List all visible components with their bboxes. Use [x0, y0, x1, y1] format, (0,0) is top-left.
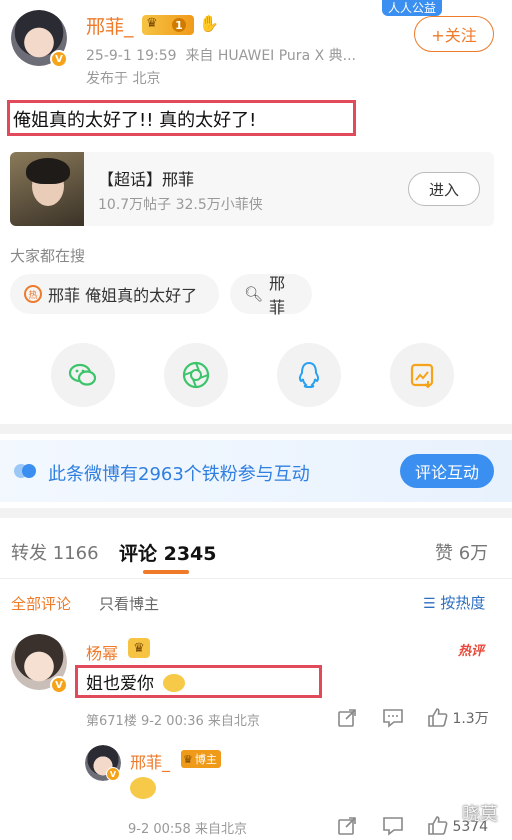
fans-banner[interactable]: 此条微博有2963个铁粉参与互动 评论互动 — [0, 440, 512, 502]
verified-badge: V — [50, 50, 68, 68]
like-comment-button[interactable]: 1.3万 — [426, 706, 489, 728]
tab-active-indicator — [143, 570, 189, 574]
share-comment-icon[interactable] — [337, 708, 357, 732]
post-meta: 25-9-1 19:59 来自 HUAWEI Pura X 典... — [86, 48, 356, 64]
commenter-verified-badge: V — [50, 676, 68, 694]
comment-meta: 第671楼 9-2 00:36 来自北京 — [86, 714, 260, 729]
qq-icon[interactable] — [277, 343, 341, 407]
promo-badge[interactable]: 人人公益 — [382, 0, 443, 16]
share-reply-icon[interactable] — [337, 816, 357, 840]
topic-thumbnail — [10, 152, 84, 226]
crown-icon: ♛ — [146, 16, 158, 31]
vip-level-badge: ♛ 1 — [142, 15, 194, 35]
commenter-badge-icon: ♛ — [128, 638, 150, 658]
sort-by-hot[interactable]: ☰ 按热度 — [423, 592, 485, 613]
author-tag: ♛ 博主 — [181, 750, 221, 768]
hug-emoji-icon — [163, 674, 186, 692]
topic-card[interactable]: 【超话】邢菲 10.7万帖子 32.5万小菲侠 进入 — [10, 152, 494, 226]
watermark: 晓莫 — [462, 804, 498, 825]
follow-button[interactable]: +关注 — [414, 16, 494, 52]
reply-emoji-icon — [130, 777, 156, 799]
moments-icon[interactable] — [164, 343, 228, 407]
filter-author-only[interactable]: 只看博主 — [99, 593, 159, 614]
section-divider-2 — [0, 508, 512, 518]
hot-search-icon: 热 — [24, 285, 42, 303]
reply-verified-badge: V — [106, 767, 120, 781]
filter-all-comments[interactable]: 全部评论 — [11, 593, 71, 614]
tab-repost[interactable]: 转发 1166 — [11, 539, 99, 565]
post-text: 俺姐真的太好了!! 真的太好了! — [13, 110, 257, 131]
hot-comment-tag: 热评 — [458, 644, 485, 659]
search-chip-2[interactable]: 🔍︎ 邢菲 — [230, 274, 312, 317]
hand-icon: ✋ — [199, 14, 219, 33]
crown-icon: ♛ — [183, 752, 193, 766]
comment-interact-button[interactable]: 评论互动 — [400, 454, 494, 488]
topic-title: 【超话】邢菲 — [98, 170, 195, 189]
wechat-icon[interactable] — [51, 343, 115, 407]
tabs-divider — [0, 578, 512, 579]
topic-stats: 10.7万帖子 32.5万小菲侠 — [98, 197, 263, 213]
level-number: 1 — [172, 18, 186, 32]
search-chip-1[interactable]: 热 邢菲 俺姐真的太好了 — [10, 274, 219, 314]
section-divider — [0, 424, 512, 434]
save-image-icon[interactable] — [390, 343, 454, 407]
reply-reply-icon[interactable] — [382, 816, 404, 840]
reply-meta: 9-2 00:58 来自北京 — [128, 822, 247, 837]
topic-enter-button[interactable]: 进入 — [408, 172, 480, 206]
tab-like[interactable]: 赞 6万 — [435, 539, 488, 565]
search-heading: 大家都在搜 — [10, 247, 86, 265]
reply-comment-icon[interactable] — [382, 708, 404, 732]
sort-icon: ☰ — [423, 596, 436, 612]
fans-icon — [14, 464, 36, 478]
tab-comment[interactable]: 评论 2345 — [119, 539, 217, 566]
commenter-name[interactable]: 杨幂 — [86, 640, 118, 664]
post-location: 发布于 北京 — [86, 71, 161, 87]
search-icon: 🔍︎ — [244, 285, 264, 303]
fans-banner-text: 此条微博有2963个铁粉参与互动 — [48, 464, 310, 485]
author-name[interactable]: 邢菲_ — [86, 12, 134, 39]
comment-text: 姐也爱你 — [86, 669, 186, 694]
reply-author-name[interactable]: 邢菲_ — [130, 749, 170, 773]
